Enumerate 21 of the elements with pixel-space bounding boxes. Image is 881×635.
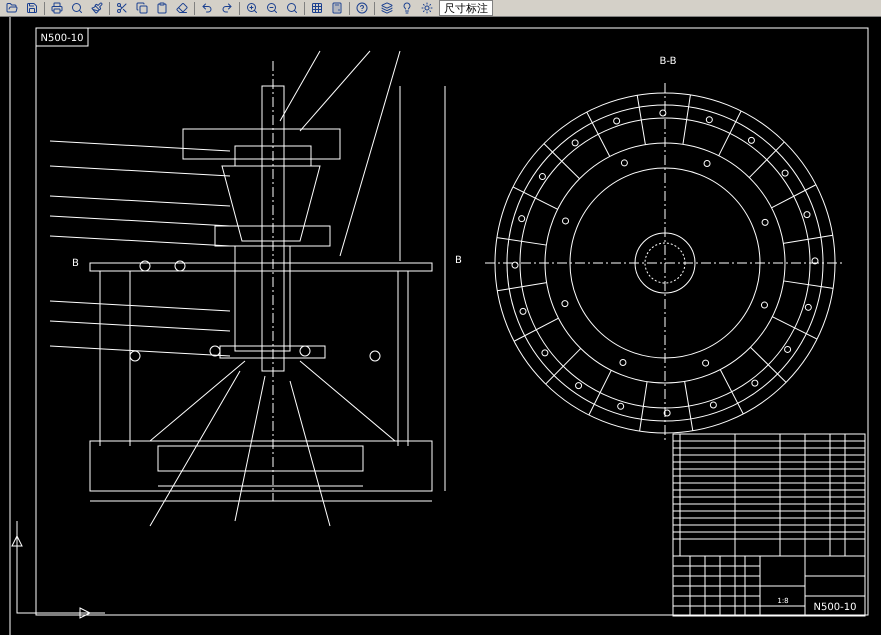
- paintbrush-icon[interactable]: [89, 1, 105, 15]
- ucs-icon: [11, 520, 106, 619]
- frame-label: N500-10: [36, 28, 88, 46]
- section-mark: B: [72, 258, 79, 269]
- section-title: B-B: [660, 56, 676, 67]
- grid-icon[interactable]: [309, 1, 325, 15]
- layers-icon[interactable]: [379, 1, 395, 15]
- search-icon[interactable]: [69, 1, 85, 15]
- save-icon[interactable]: [24, 1, 40, 15]
- section-mark: B: [455, 255, 462, 266]
- help-icon[interactable]: [354, 1, 370, 15]
- zoom-in-icon[interactable]: [244, 1, 260, 15]
- eraser-icon[interactable]: [174, 1, 190, 15]
- layer-dropdown[interactable]: 尺寸标注: [439, 0, 493, 16]
- search-icon[interactable]: [284, 1, 300, 15]
- printer-icon[interactable]: [49, 1, 65, 15]
- zoom-out-icon[interactable]: [264, 1, 280, 15]
- folder-icon[interactable]: [4, 1, 20, 15]
- sun-icon[interactable]: [419, 1, 435, 15]
- drawing-number: N500-10: [814, 602, 856, 613]
- copy-icon[interactable]: [134, 1, 150, 15]
